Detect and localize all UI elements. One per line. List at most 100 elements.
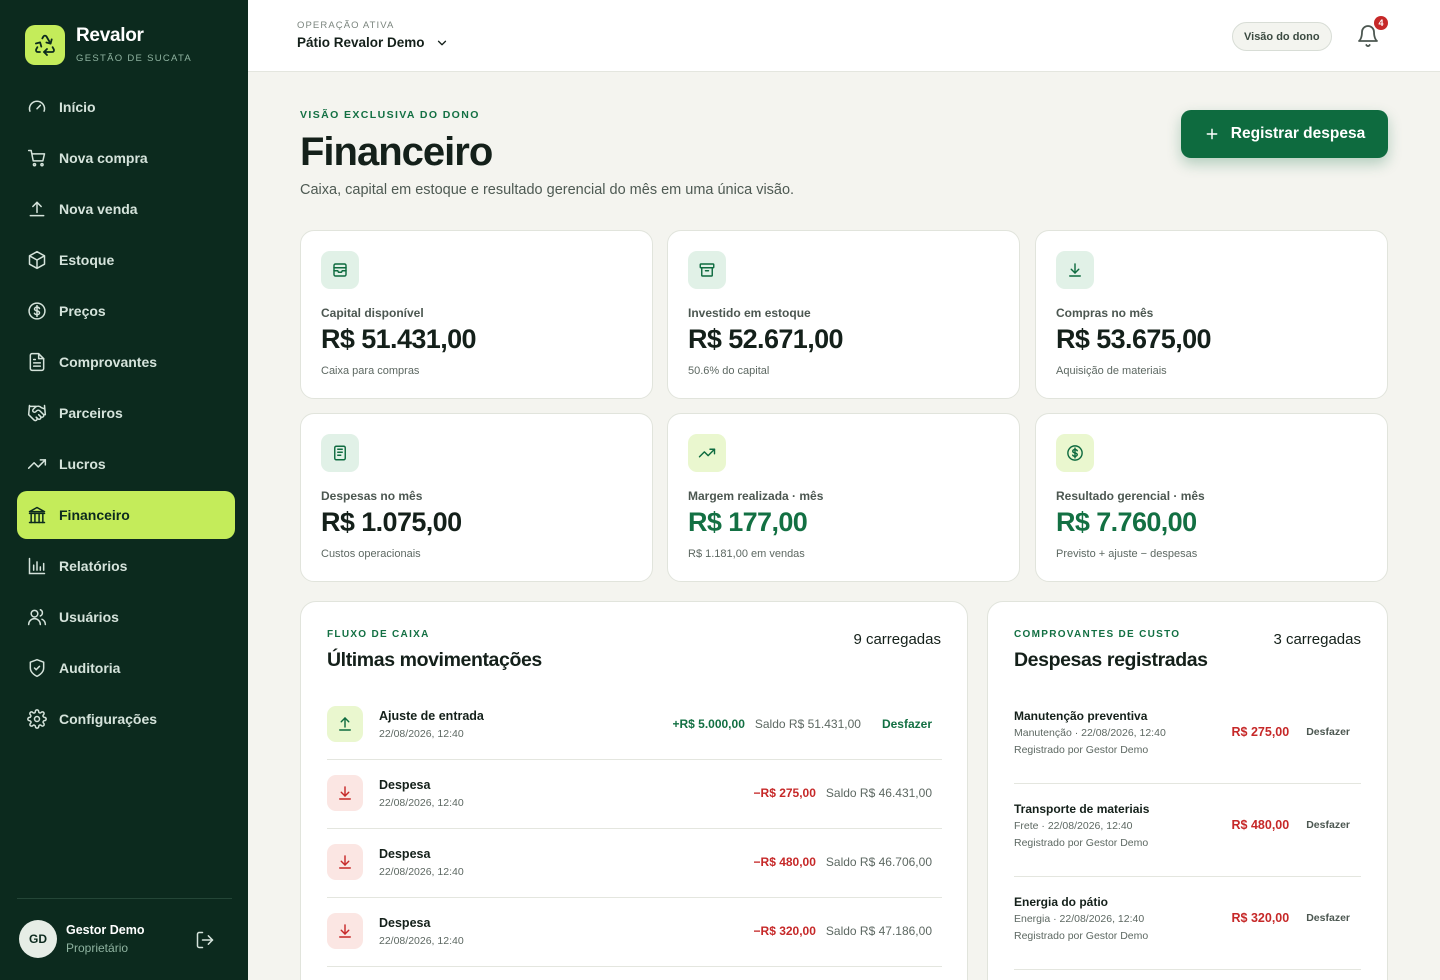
bank-icon <box>28 506 46 524</box>
kpi-card-capital: Capital disponível R$ 51.431,00 Caixa pa… <box>300 230 653 399</box>
operation-label: OPERAÇÃO ATIVA <box>297 20 395 31</box>
panel-eyebrow: FLUXO DE CAIXA <box>327 629 430 640</box>
sidebar-item-precos[interactable]: Preços <box>17 287 235 335</box>
kpi-label: Capital disponível <box>321 306 424 320</box>
undo-button[interactable]: Desfazer <box>1306 819 1350 831</box>
plus-icon <box>1206 128 1218 140</box>
movement-title: Despesa <box>379 778 431 792</box>
user-profile[interactable]: GD Gestor Demo Proprietário <box>19 920 229 958</box>
list-item: Ajuste de entrada 22/08/2026, 12:40 +R$ … <box>327 691 942 760</box>
chevron-down-icon <box>437 40 446 45</box>
trending-up-icon <box>27 459 47 469</box>
sidebar-item-financeiro[interactable]: Financeiro <box>17 491 235 539</box>
movement-title: Ajuste de entrada <box>379 709 484 723</box>
kpi-note: Aquisição de materiais <box>1056 365 1167 377</box>
brand-subtitle: GESTÃO DE SUCATA <box>76 53 192 64</box>
sidebar-item-label: Nova compra <box>59 150 148 166</box>
user-name: Gestor Demo <box>66 923 145 937</box>
receipt-icon <box>321 434 359 472</box>
expense-registered-by: Registrado por Gestor Demo <box>1014 930 1149 942</box>
sidebar-item-auditoria[interactable]: Auditoria <box>17 644 235 692</box>
sidebar-item-comprovantes[interactable]: Comprovantes <box>17 338 235 386</box>
kpi-note: 50.6% do capital <box>688 365 770 377</box>
arrow-down-icon <box>327 775 363 811</box>
movement-balance: Saldo R$ 47.186,00 <box>825 924 932 938</box>
operation-selector[interactable]: OPERAÇÃO ATIVA Pátio Revalor Demo <box>297 20 449 50</box>
movement-amount: +R$ 5.000,00 <box>672 717 745 731</box>
kpi-label: Investido em estoque <box>688 306 811 320</box>
expense-title: Manutenção preventiva <box>1014 709 1148 723</box>
panel-count: 3 carregadas <box>1273 631 1361 648</box>
sidebar-item-inicio[interactable]: Início <box>17 83 235 131</box>
kpi-note: Custos operacionais <box>321 548 421 560</box>
logout-icon[interactable] <box>195 930 215 950</box>
brand[interactable]: Revalor GESTÃO DE SUCATA <box>25 25 192 65</box>
register-expense-label: Registrar despesa <box>1230 125 1366 142</box>
sidebar-nav: Início Nova compra Nova venda Estoque Pr… <box>17 83 235 746</box>
movement-title: Despesa <box>379 847 431 861</box>
movement-amount: −R$ 480,00 <box>753 855 816 869</box>
sidebar-item-estoque[interactable]: Estoque <box>17 236 235 284</box>
kpi-card-margem: Margem realizada · mês R$ 177,00 R$ 1.18… <box>667 413 1020 582</box>
sidebar-item-nova-venda[interactable]: Nova venda <box>17 185 235 233</box>
cashflow-panel: FLUXO DE CAIXA Últimas movimentações 9 c… <box>300 601 968 980</box>
panel-title: Últimas movimentações <box>327 649 542 671</box>
expense-amount: R$ 320,00 <box>1231 911 1290 925</box>
undo-button[interactable]: Desfazer <box>1306 912 1350 924</box>
kpi-card-despesas: Despesas no mês R$ 1.075,00 Custos opera… <box>300 413 653 582</box>
brand-name: Revalor <box>76 25 144 46</box>
kpi-value: R$ 53.675,00 <box>1056 324 1212 354</box>
page-title: Financeiro <box>300 130 493 174</box>
kpi-value: R$ 1.075,00 <box>321 507 462 537</box>
movement-amount: −R$ 275,00 <box>753 786 816 800</box>
kpi-label: Margem realizada · mês <box>688 489 824 503</box>
sidebar-item-parceiros[interactable]: Parceiros <box>17 389 235 437</box>
recycle-logo-icon <box>25 25 65 65</box>
expense-registered-by: Registrado por Gestor Demo <box>1014 837 1149 849</box>
trending-up-icon <box>688 434 726 472</box>
sidebar-item-label: Auditoria <box>59 660 121 676</box>
gauge-icon <box>28 100 46 112</box>
list-item: Despesa 22/08/2026, 12:40 −R$ 275,00 Sal… <box>327 760 942 829</box>
user-role: Proprietário <box>66 941 129 955</box>
kpi-value: R$ 51.431,00 <box>321 324 477 354</box>
expenses-panel: COMPROVANTES DE CUSTO Despesas registrad… <box>987 601 1388 980</box>
sidebar-item-label: Parceiros <box>59 405 123 421</box>
sidebar-item-label: Nova venda <box>59 201 138 217</box>
list-item: Despesa 22/08/2026, 12:40 −R$ 480,00 Sal… <box>327 829 942 898</box>
panel-eyebrow: COMPROVANTES DE CUSTO <box>1014 629 1181 640</box>
owner-view-badge[interactable]: Visão do dono <box>1232 22 1332 51</box>
kpi-value: R$ 52.671,00 <box>688 324 844 354</box>
sidebar-item-configuracoes[interactable]: Configurações <box>17 695 235 743</box>
movement-date: 22/08/2026, 12:40 <box>379 935 464 947</box>
sidebar-item-usuarios[interactable]: Usuários <box>17 593 235 641</box>
sidebar-item-label: Configurações <box>59 711 158 727</box>
sidebar-item-relatorios[interactable]: Relatórios <box>17 542 235 590</box>
sidebar-item-label: Início <box>59 99 96 115</box>
shield-icon <box>29 658 45 678</box>
cart-icon <box>27 149 46 167</box>
sidebar-item-label: Lucros <box>59 456 106 472</box>
kpi-note: R$ 1.181,00 em vendas <box>688 548 805 560</box>
expense-amount: R$ 275,00 <box>1231 725 1290 739</box>
undo-button[interactable]: Desfazer <box>882 717 932 731</box>
list-item: Energia do pátio Energia · 22/08/2026, 1… <box>1014 877 1361 970</box>
arrow-down-icon <box>327 913 363 949</box>
sidebar-item-nova-compra[interactable]: Nova compra <box>17 134 235 182</box>
page-subtitle: Caixa, capital em estoque e resultado ge… <box>300 182 795 198</box>
sidebar-item-label: Usuários <box>59 609 119 625</box>
register-expense-button[interactable]: Registrar despesa <box>1181 110 1388 158</box>
handshake-icon <box>27 404 47 422</box>
download-icon <box>1056 251 1094 289</box>
undo-button[interactable]: Desfazer <box>1306 726 1350 738</box>
sidebar-item-lucros[interactable]: Lucros <box>17 440 235 488</box>
page-eyebrow: VISÃO EXCLUSIVA DO DONO <box>300 109 480 121</box>
movement-amount: −R$ 320,00 <box>753 924 816 938</box>
sidebar-item-label: Comprovantes <box>59 354 158 370</box>
kpi-note: Caixa para compras <box>321 365 420 377</box>
list-item: Transporte de materiais Frete · 22/08/20… <box>1014 784 1361 877</box>
expense-meta: Frete · 22/08/2026, 12:40 <box>1014 820 1133 832</box>
sidebar-item-label: Preços <box>59 303 106 319</box>
kpi-card-estoque: Investido em estoque R$ 52.671,00 50.6% … <box>667 230 1020 399</box>
operation-name: Pátio Revalor Demo <box>297 35 425 50</box>
